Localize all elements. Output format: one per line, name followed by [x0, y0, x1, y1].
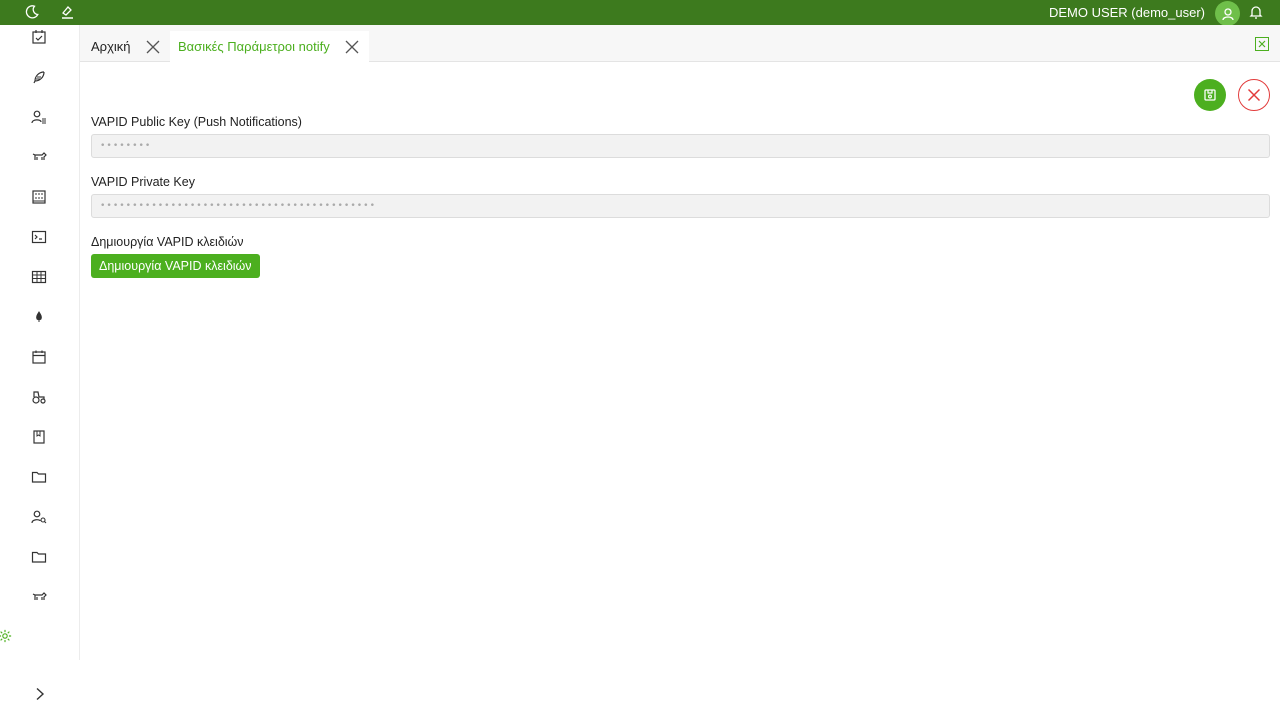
- brush-icon[interactable]: [57, 2, 77, 22]
- user-name[interactable]: DEMO USER (demo_user): [1049, 5, 1205, 20]
- cow-icon[interactable]: [29, 147, 49, 167]
- save-button[interactable]: [1194, 79, 1226, 111]
- generate-keys-label: Δημιουργία VAPID κλειδιών: [91, 235, 244, 249]
- public-key-input[interactable]: [91, 134, 1270, 158]
- drop-icon[interactable]: [29, 307, 49, 327]
- cow-icon[interactable]: [29, 587, 49, 607]
- building-icon[interactable]: [29, 187, 49, 207]
- generate-keys-button[interactable]: Δημιουργία VAPID κλειδιών: [91, 254, 260, 278]
- close-icon[interactable]: [146, 40, 160, 54]
- top-bar: DEMO USER (demo_user): [0, 0, 1280, 26]
- close-button[interactable]: [1238, 79, 1270, 111]
- table-icon[interactable]: [29, 267, 49, 287]
- feather-icon[interactable]: [29, 67, 49, 87]
- public-key-label: VAPID Public Key (Push Notifications): [91, 115, 302, 129]
- sidebar: [0, 25, 80, 660]
- bell-icon[interactable]: [1247, 3, 1265, 21]
- tab-notify-settings[interactable]: Βασικές Παράμετροι notify: [170, 31, 369, 62]
- book-icon[interactable]: [29, 427, 49, 447]
- gear-icon[interactable]: [0, 629, 12, 643]
- main-content: VAPID Public Key (Push Notifications) VA…: [80, 62, 1280, 662]
- tab-label: Αρχική: [91, 39, 131, 54]
- close-icon[interactable]: [345, 40, 359, 54]
- folder-icon[interactable]: [29, 547, 49, 567]
- close-all-tabs-icon[interactable]: [1255, 37, 1269, 51]
- private-key-label: VAPID Private Key: [91, 175, 195, 189]
- user-list-icon[interactable]: [29, 107, 49, 127]
- terminal-icon[interactable]: [29, 227, 49, 247]
- calendar-check-icon[interactable]: [29, 27, 49, 47]
- user-avatar-icon[interactable]: [1215, 1, 1240, 26]
- private-key-input[interactable]: [91, 194, 1270, 218]
- moon-icon[interactable]: [22, 2, 42, 22]
- tractor-icon[interactable]: [29, 387, 49, 407]
- chevron-right-icon[interactable]: [30, 684, 50, 704]
- tab-bar: Αρχική Βασικές Παράμετροι notify: [80, 25, 1280, 62]
- tab-label: Βασικές Παράμετροι notify: [178, 39, 330, 54]
- tab-home[interactable]: Αρχική: [83, 31, 160, 62]
- folder-icon[interactable]: [29, 467, 49, 487]
- calendar-icon[interactable]: [29, 347, 49, 367]
- user-search-icon[interactable]: [29, 507, 49, 527]
